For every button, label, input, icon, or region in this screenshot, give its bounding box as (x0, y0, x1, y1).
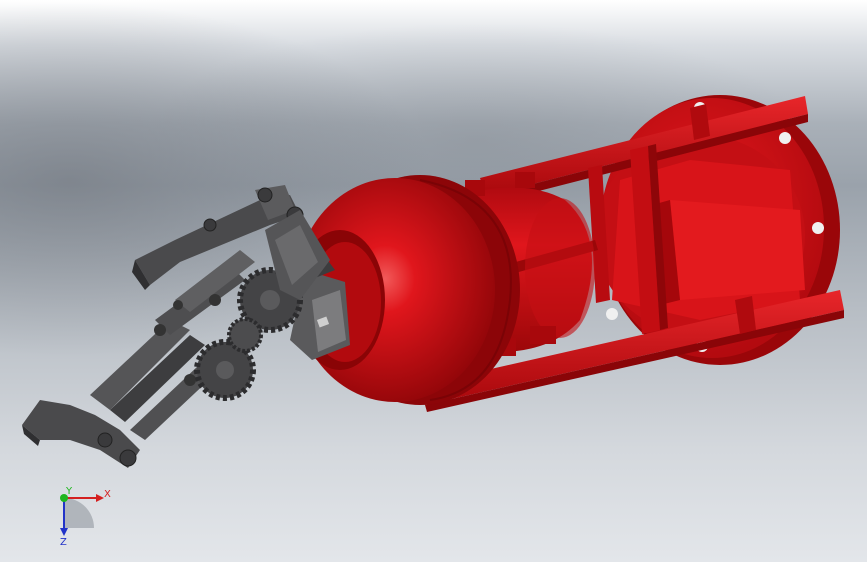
y-axis-label: Y (65, 486, 73, 497)
triad-plane (64, 498, 94, 528)
x-axis-label: X (104, 489, 111, 500)
bolt-hole-6 (606, 308, 618, 320)
robot-arm-model[interactable]: X Y Z (0, 0, 867, 562)
z-arrow-head (60, 528, 68, 536)
coordinate-triad: X Y Z (60, 486, 111, 548)
bolt-hole-3 (812, 222, 824, 234)
z-axis-label: Z (60, 537, 67, 548)
cad-viewport[interactable]: X Y Z (0, 0, 867, 562)
gripper-assembly[interactable] (22, 185, 330, 468)
bolt-hole-2 (779, 132, 791, 144)
x-arrow-head (96, 494, 104, 502)
